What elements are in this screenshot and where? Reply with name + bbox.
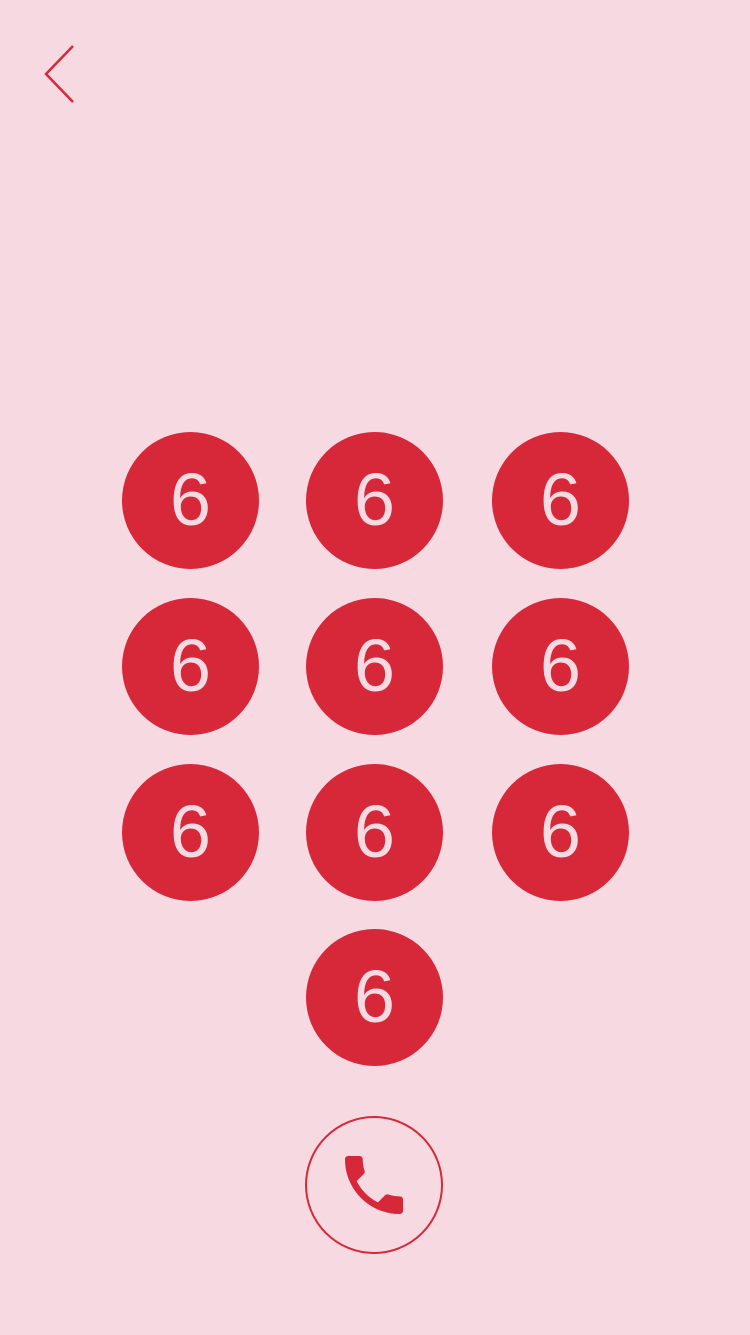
- key-label: 6: [169, 623, 212, 707]
- keypad-key[interactable]: 6: [306, 598, 443, 735]
- key-label: 6: [169, 457, 212, 541]
- key-label: 6: [539, 457, 582, 541]
- key-label: 6: [353, 789, 396, 873]
- keypad-key[interactable]: 6: [306, 432, 443, 569]
- key-label: 6: [539, 623, 582, 707]
- call-button[interactable]: [305, 1116, 443, 1254]
- keypad-key[interactable]: 6: [122, 598, 259, 735]
- keypad-key[interactable]: 6: [492, 598, 629, 735]
- phone-icon: [344, 1155, 404, 1215]
- key-label: 6: [169, 789, 212, 873]
- keypad-key[interactable]: 6: [492, 764, 629, 901]
- key-label: 6: [539, 789, 582, 873]
- key-label: 6: [353, 623, 396, 707]
- keypad-key[interactable]: 6: [306, 929, 443, 1066]
- keypad-key[interactable]: 6: [306, 764, 443, 901]
- keypad-key[interactable]: 6: [122, 764, 259, 901]
- key-label: 6: [353, 954, 396, 1038]
- keypad-key[interactable]: 6: [122, 432, 259, 569]
- keypad-key[interactable]: 6: [492, 432, 629, 569]
- back-button[interactable]: [36, 40, 86, 110]
- chevron-left-icon: [44, 45, 74, 103]
- key-label: 6: [353, 457, 396, 541]
